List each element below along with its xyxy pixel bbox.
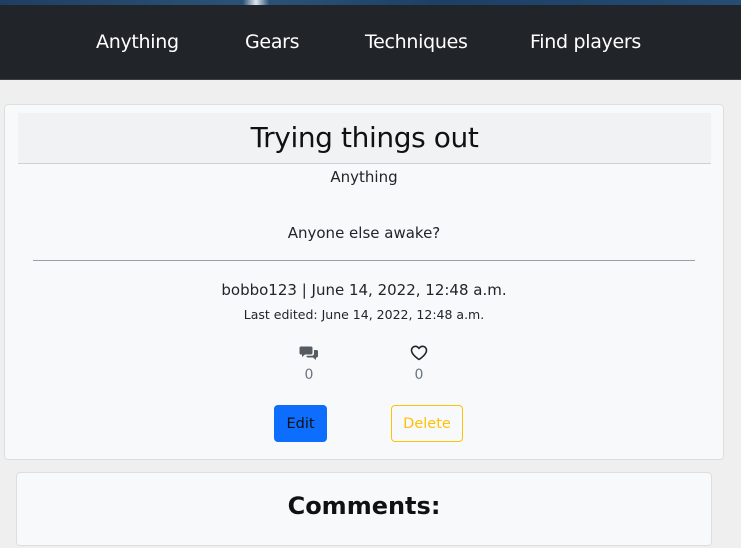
like-stat: 0 [399, 345, 439, 383]
post-title: Trying things out [250, 121, 479, 154]
comments-section: Comments: [16, 472, 712, 546]
like-count: 0 [414, 367, 424, 383]
post-header: Trying things out [18, 113, 711, 164]
post-card: Trying things out Anything Anyone else a… [4, 104, 724, 460]
nav-item-find-players[interactable]: Find players [530, 31, 641, 53]
nav-item-gears[interactable]: Gears [245, 31, 300, 53]
nav-item-techniques[interactable]: Techniques [365, 31, 468, 53]
post-category: Anything [330, 168, 398, 186]
heart-outline-icon[interactable] [399, 345, 439, 361]
comment-count: 0 [304, 367, 314, 383]
post-body: Anyone else awake? [287, 224, 441, 242]
post-last-edited: Last edited: June 14, 2022, 12:48 a.m. [243, 307, 485, 322]
delete-button[interactable]: Delete [391, 405, 463, 442]
comment-stat: 0 [289, 345, 329, 383]
main-navbar: Anything Gears Techniques Find players [0, 5, 741, 80]
post-divider [33, 260, 695, 261]
nav-item-anything[interactable]: Anything [96, 31, 179, 53]
post-author-date: bobbo123 | June 14, 2022, 12:48 a.m. [221, 281, 507, 299]
edit-button[interactable]: Edit [274, 405, 327, 442]
comments-heading: Comments: [287, 492, 441, 520]
comments-icon [289, 345, 329, 361]
